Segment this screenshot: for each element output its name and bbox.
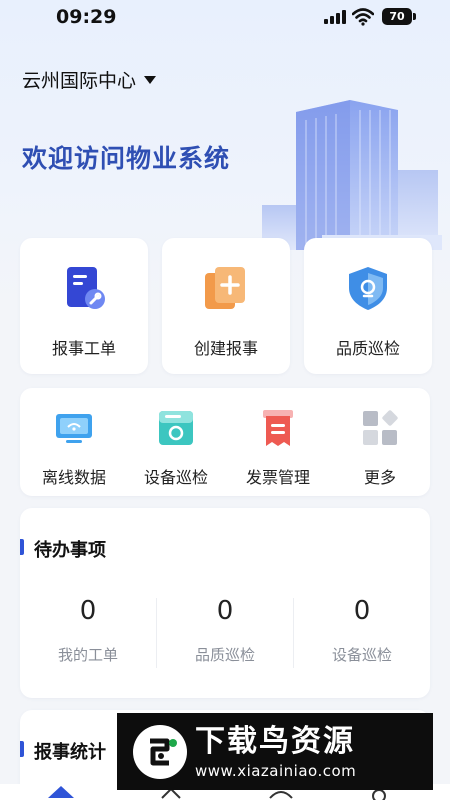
grid-item-device-inspection[interactable]: 设备巡检 <box>125 388 227 496</box>
todo-label: 品质巡检 <box>194 646 255 664</box>
watermark-url: www.xiazainiao.com <box>195 761 357 780</box>
todo-label: 设备巡检 <box>331 646 392 664</box>
grid-item-label: 发票管理 <box>245 468 310 487</box>
grid-item-offline-data[interactable]: 离线数据 <box>23 388 125 496</box>
watermark-title: 下载鸟资源 <box>195 723 355 759</box>
quick-action-work-order[interactable]: 报事工单 <box>20 238 148 374</box>
watermark-logo-icon <box>133 724 187 779</box>
work-order-icon <box>67 267 105 309</box>
more-icon <box>363 410 398 445</box>
section-accent-bar <box>20 539 24 555</box>
quick-action-label: 品质巡检 <box>335 339 400 358</box>
grid-item-invoice[interactable]: 发票管理 <box>227 388 329 496</box>
function-grid: 离线数据 设备巡检 发票管理 更多 <box>20 388 430 496</box>
todo-count: 0 <box>79 596 97 626</box>
todo-count: 0 <box>353 596 371 626</box>
quick-action-label: 报事工单 <box>51 339 116 358</box>
device-inspection-icon <box>159 411 193 445</box>
quick-action-label: 创建报事 <box>193 339 258 358</box>
quick-action-quality-inspection[interactable]: 品质巡检 <box>304 238 432 374</box>
location-selector[interactable]: 云州国际中心 <box>22 66 157 93</box>
grid-item-label: 设备巡检 <box>143 468 208 487</box>
wifi-icon <box>352 8 374 26</box>
location-label: 云州国际中心 <box>22 70 137 92</box>
building-illustration <box>262 100 442 250</box>
quality-inspection-icon <box>349 267 387 310</box>
todo-device-inspection[interactable]: 0 设备巡检 <box>294 596 430 665</box>
status-bar: 09:29 70 <box>0 0 450 34</box>
todo-count: 0 <box>216 596 234 626</box>
offline-data-icon <box>56 414 92 443</box>
stats-title: 报事统计 <box>34 742 106 763</box>
battery-icon: 70 <box>382 8 416 25</box>
todo-my-orders[interactable]: 0 我的工单 <box>20 596 156 665</box>
create-report-icon <box>205 267 245 309</box>
todo-label: 我的工单 <box>57 646 118 664</box>
todo-title: 待办事项 <box>34 540 106 561</box>
watermark-banner: 下载鸟资源 www.xiazainiao.com <box>117 713 433 790</box>
chevron-down-icon <box>144 75 157 84</box>
signal-icon <box>324 10 346 24</box>
todo-quality-inspection[interactable]: 0 品质巡检 <box>157 596 293 665</box>
status-time: 09:29 <box>56 6 117 28</box>
grid-item-label: 离线数据 <box>41 468 106 487</box>
home-tab-icon[interactable] <box>46 784 76 800</box>
quick-action-create-report[interactable]: 创建报事 <box>162 238 290 374</box>
grid-item-label: 更多 <box>363 468 396 487</box>
invoice-icon <box>263 410 293 446</box>
welcome-title: 欢迎访问物业系统 <box>22 144 231 173</box>
grid-item-more[interactable]: 更多 <box>329 388 431 496</box>
todo-card: 待办事项 0 我的工单 0 品质巡检 0 设备巡检 <box>20 508 430 698</box>
section-accent-bar <box>20 741 24 757</box>
